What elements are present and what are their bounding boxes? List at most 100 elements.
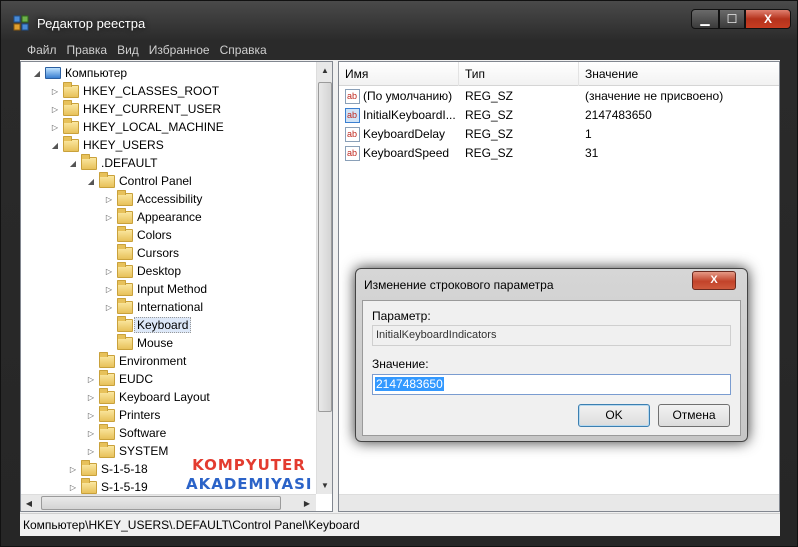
tree-node[interactable]: Colors [103,225,172,244]
tree-node[interactable]: Mouse [103,333,173,352]
tree-node[interactable]: ▷ HKEY_CURRENT_USER [49,99,222,118]
menu-favorites[interactable]: Избранное [145,41,216,59]
column-name[interactable]: Имя [339,62,459,86]
tree-node[interactable]: ▷ Printers [85,405,160,424]
tree-node[interactable]: ◢ Control Panel [85,171,192,190]
folder-icon [81,477,97,494]
expand-arrow-icon[interactable]: ◢ [49,141,61,150]
value-type: REG_SZ [465,127,514,141]
folder-icon [117,279,133,296]
expand-arrow-icon[interactable]: ▷ [103,267,115,276]
tree-node[interactable]: ▷ EUDC [85,369,153,388]
minimize-button[interactable]: ▁ [691,9,719,29]
tree-node-label: S-1-5-18 [101,462,148,476]
folder-icon [81,153,97,170]
tree-node[interactable]: ▷ S-1-5-18 [67,459,148,478]
tree-node[interactable]: ▷ Input Method [103,279,207,298]
dialog-title: Изменение строкового параметра [364,278,554,292]
list-row[interactable]: ab KeyboardDelay REG_SZ 1 [339,125,779,144]
expand-arrow-icon[interactable]: ▷ [85,411,97,420]
expand-arrow-icon[interactable]: ▷ [103,195,115,204]
expand-arrow-icon[interactable]: ▷ [103,213,115,222]
list-horizontal-scrollbar[interactable] [339,494,779,511]
column-type[interactable]: Тип [459,62,579,86]
tree-node[interactable]: Cursors [103,243,180,262]
dialog-close-button[interactable]: X [692,271,736,290]
expand-arrow-icon[interactable]: ▷ [67,465,79,474]
tree-node[interactable]: ▷ Appearance [103,207,202,226]
title-bar[interactable]: Редактор реестра ▁ ☐ X [1,1,798,39]
tree-vertical-scroll-thumb[interactable] [318,82,332,412]
tree-node[interactable]: ▷ SYSTEM [85,441,168,460]
menu-view[interactable]: Вид [113,41,145,59]
cancel-button[interactable]: Отмена [658,404,730,427]
tree-vertical-scrollbar[interactable]: ▲ ▼ [316,62,332,494]
list-row[interactable]: ab (По умолчанию) REG_SZ (значение не присв… [339,87,779,106]
string-value-icon: ab [345,89,360,104]
value-name: InitialKeyboardI... [363,108,456,122]
column-value[interactable]: Значение [579,62,779,86]
tree-node[interactable]: ▷ Software [85,423,166,442]
tree-node[interactable]: ▷ Accessibility [103,189,202,208]
expand-arrow-icon[interactable]: ◢ [85,177,97,186]
tree-node[interactable]: ▷ HKEY_CLASSES_ROOT [49,81,219,100]
expand-arrow-icon[interactable]: ▷ [49,123,61,132]
folder-icon [63,99,79,116]
folder-icon [117,189,133,206]
menu-bar: Файл Правка Вид Избранное Справка [23,41,273,59]
string-value-icon: ab [345,108,360,123]
expand-arrow-icon[interactable]: ◢ [67,159,79,168]
folder-icon [99,369,115,386]
tree-node[interactable]: ▷ International [103,297,203,316]
folder-icon [99,405,115,422]
expand-arrow-icon[interactable]: ▷ [49,87,61,96]
value-input[interactable]: 2147483650 [372,374,731,395]
scroll-left-arrow-icon[interactable]: ◀ [21,495,37,511]
expand-arrow-icon[interactable]: ◢ [31,69,43,78]
scroll-right-arrow-icon[interactable]: ▶ [299,495,315,511]
maximize-button[interactable]: ☐ [719,9,745,29]
list-row[interactable]: ab InitialKeyboardI... REG_SZ 2147483650 [339,106,779,125]
tree-node[interactable]: ▷ Keyboard Layout [85,387,210,406]
close-button[interactable]: X [745,9,791,29]
tree-node[interactable]: ◢ HKEY_USERS [49,135,164,154]
value-data: (значение не присвоено) [585,89,724,103]
tree-node[interactable]: ◢ .DEFAULT [67,153,157,172]
dialog-body: Параметр: InitialKeyboardIndicators Знач… [362,300,741,436]
tree-node-label: Keyboard Layout [119,390,210,404]
expand-arrow-icon[interactable]: ▷ [85,429,97,438]
tree-horizontal-scroll-thumb[interactable] [41,496,281,510]
folder-icon [99,387,115,404]
ok-button[interactable]: OK [578,404,650,427]
param-name-field: InitialKeyboardIndicators [372,325,731,346]
tree-node-label: HKEY_LOCAL_MACHINE [83,120,224,134]
expand-arrow-icon[interactable]: ▷ [85,375,97,384]
list-row[interactable]: ab KeyboardSpeed REG_SZ 31 [339,144,779,163]
menu-help[interactable]: Справка [216,41,273,59]
value-text: 2147483650 [375,377,444,391]
tree-node[interactable]: ▷ Desktop [103,261,181,280]
expand-arrow-icon[interactable]: ▷ [67,483,79,492]
expand-arrow-icon[interactable]: ▷ [85,393,97,402]
registry-tree[interactable]: ◢ Компьютер ▷ HKEY_CLASSES_ROOT ▷ HKEY_CURREN… [20,61,333,512]
tree-node-label: Cursors [137,246,180,260]
value-data: 1 [585,127,592,141]
value-data: 31 [585,146,599,160]
scroll-down-arrow-icon[interactable]: ▼ [317,477,332,494]
menu-file[interactable]: Файл [23,41,63,59]
expand-arrow-icon[interactable]: ▷ [85,447,97,456]
menu-edit[interactable]: Правка [63,41,114,59]
watermark-line-1: KOMPYUTER [192,456,306,474]
expand-arrow-icon[interactable]: ▷ [49,105,61,114]
tree-node[interactable]: Environment [85,351,186,370]
scroll-up-arrow-icon[interactable]: ▲ [317,62,332,79]
tree-node-label: HKEY_CURRENT_USER [83,102,222,116]
tree-node[interactable]: Keyboard [103,315,192,334]
expand-arrow-icon[interactable]: ▷ [103,285,115,294]
window-title: Редактор реестра [37,16,146,31]
tree-node[interactable]: ▷ HKEY_LOCAL_MACHINE [49,117,224,136]
tree-node-label: S-1-5-19 [101,480,148,494]
tree-node[interactable]: ◢ Компьютер [31,64,127,82]
expand-arrow-icon[interactable]: ▷ [103,303,115,312]
tree-horizontal-scrollbar[interactable]: ◀ ▶ [21,494,316,511]
